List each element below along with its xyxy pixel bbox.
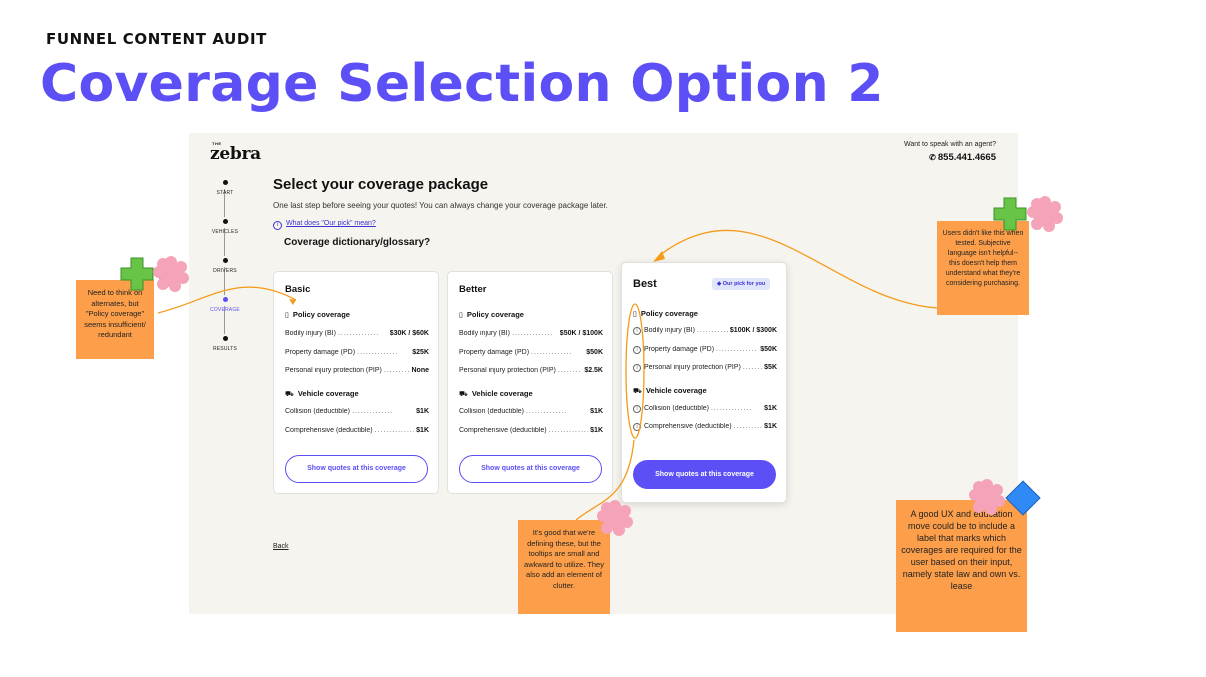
reaction-stickers (120, 196, 1063, 536)
flower-sticker (153, 256, 189, 292)
flower-sticker (597, 500, 633, 536)
plus-sticker (993, 197, 1027, 231)
plus-sticker (120, 257, 154, 291)
flower-sticker (969, 479, 1005, 515)
diamond-sticker (1005, 480, 1041, 516)
flower-sticker (1027, 196, 1063, 232)
